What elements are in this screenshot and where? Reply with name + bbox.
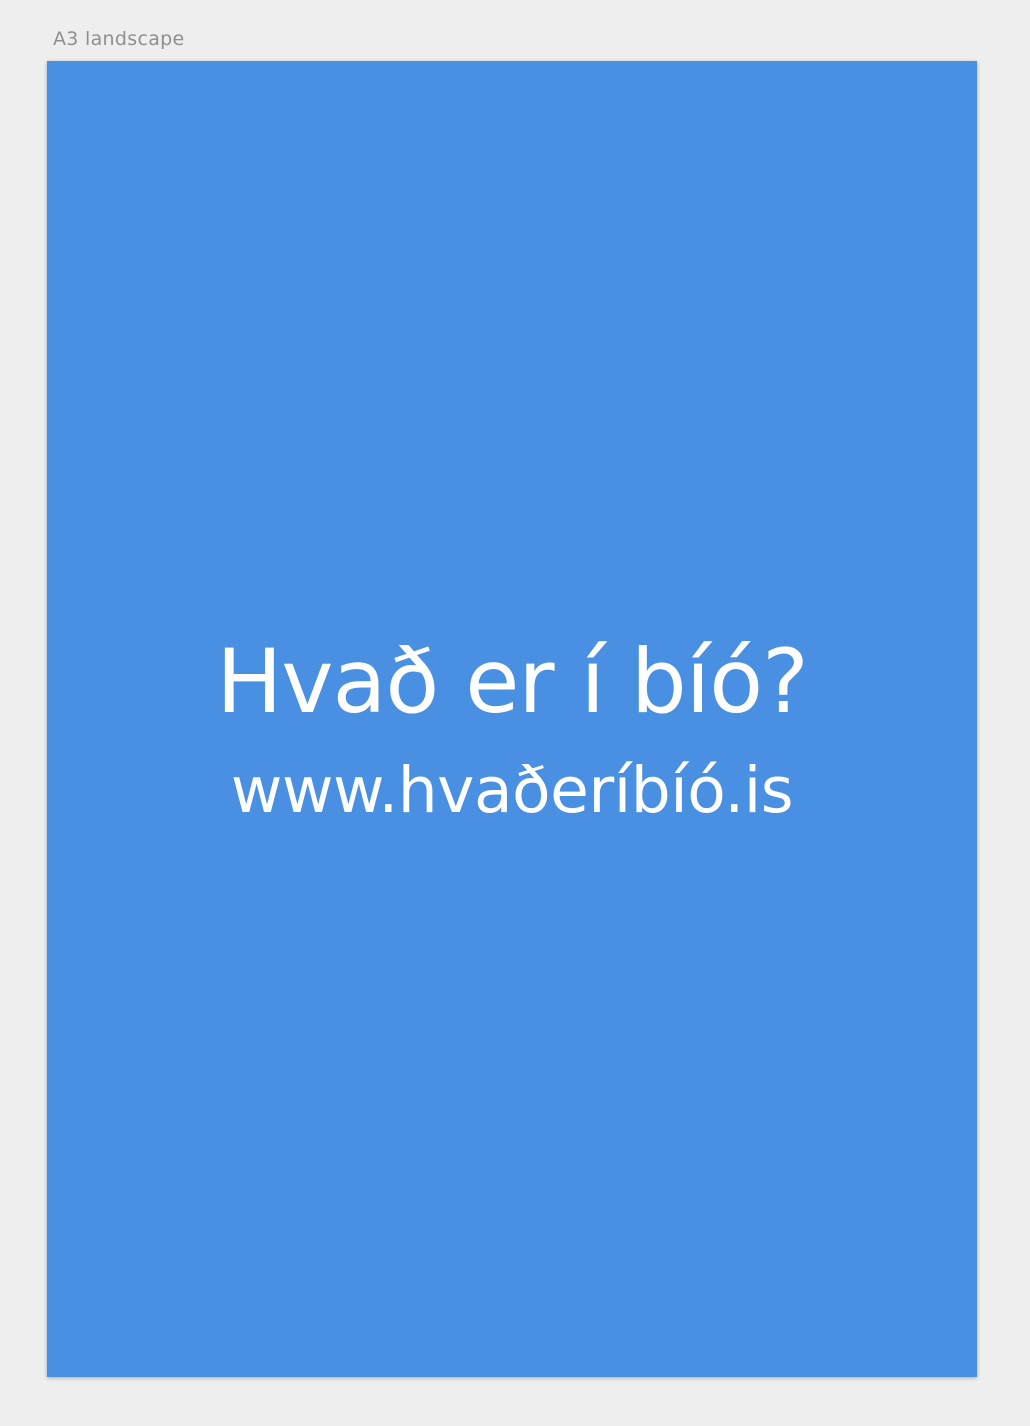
artboard-label[interactable]: A3 landscape	[53, 27, 185, 51]
artboard[interactable]: Hvað er í bíó? www.hvaðeríbíó.is	[47, 61, 977, 1377]
poster-headline[interactable]: Hvað er í bíó?	[47, 627, 977, 737]
poster-url[interactable]: www.hvaðeríbíó.is	[47, 751, 977, 831]
